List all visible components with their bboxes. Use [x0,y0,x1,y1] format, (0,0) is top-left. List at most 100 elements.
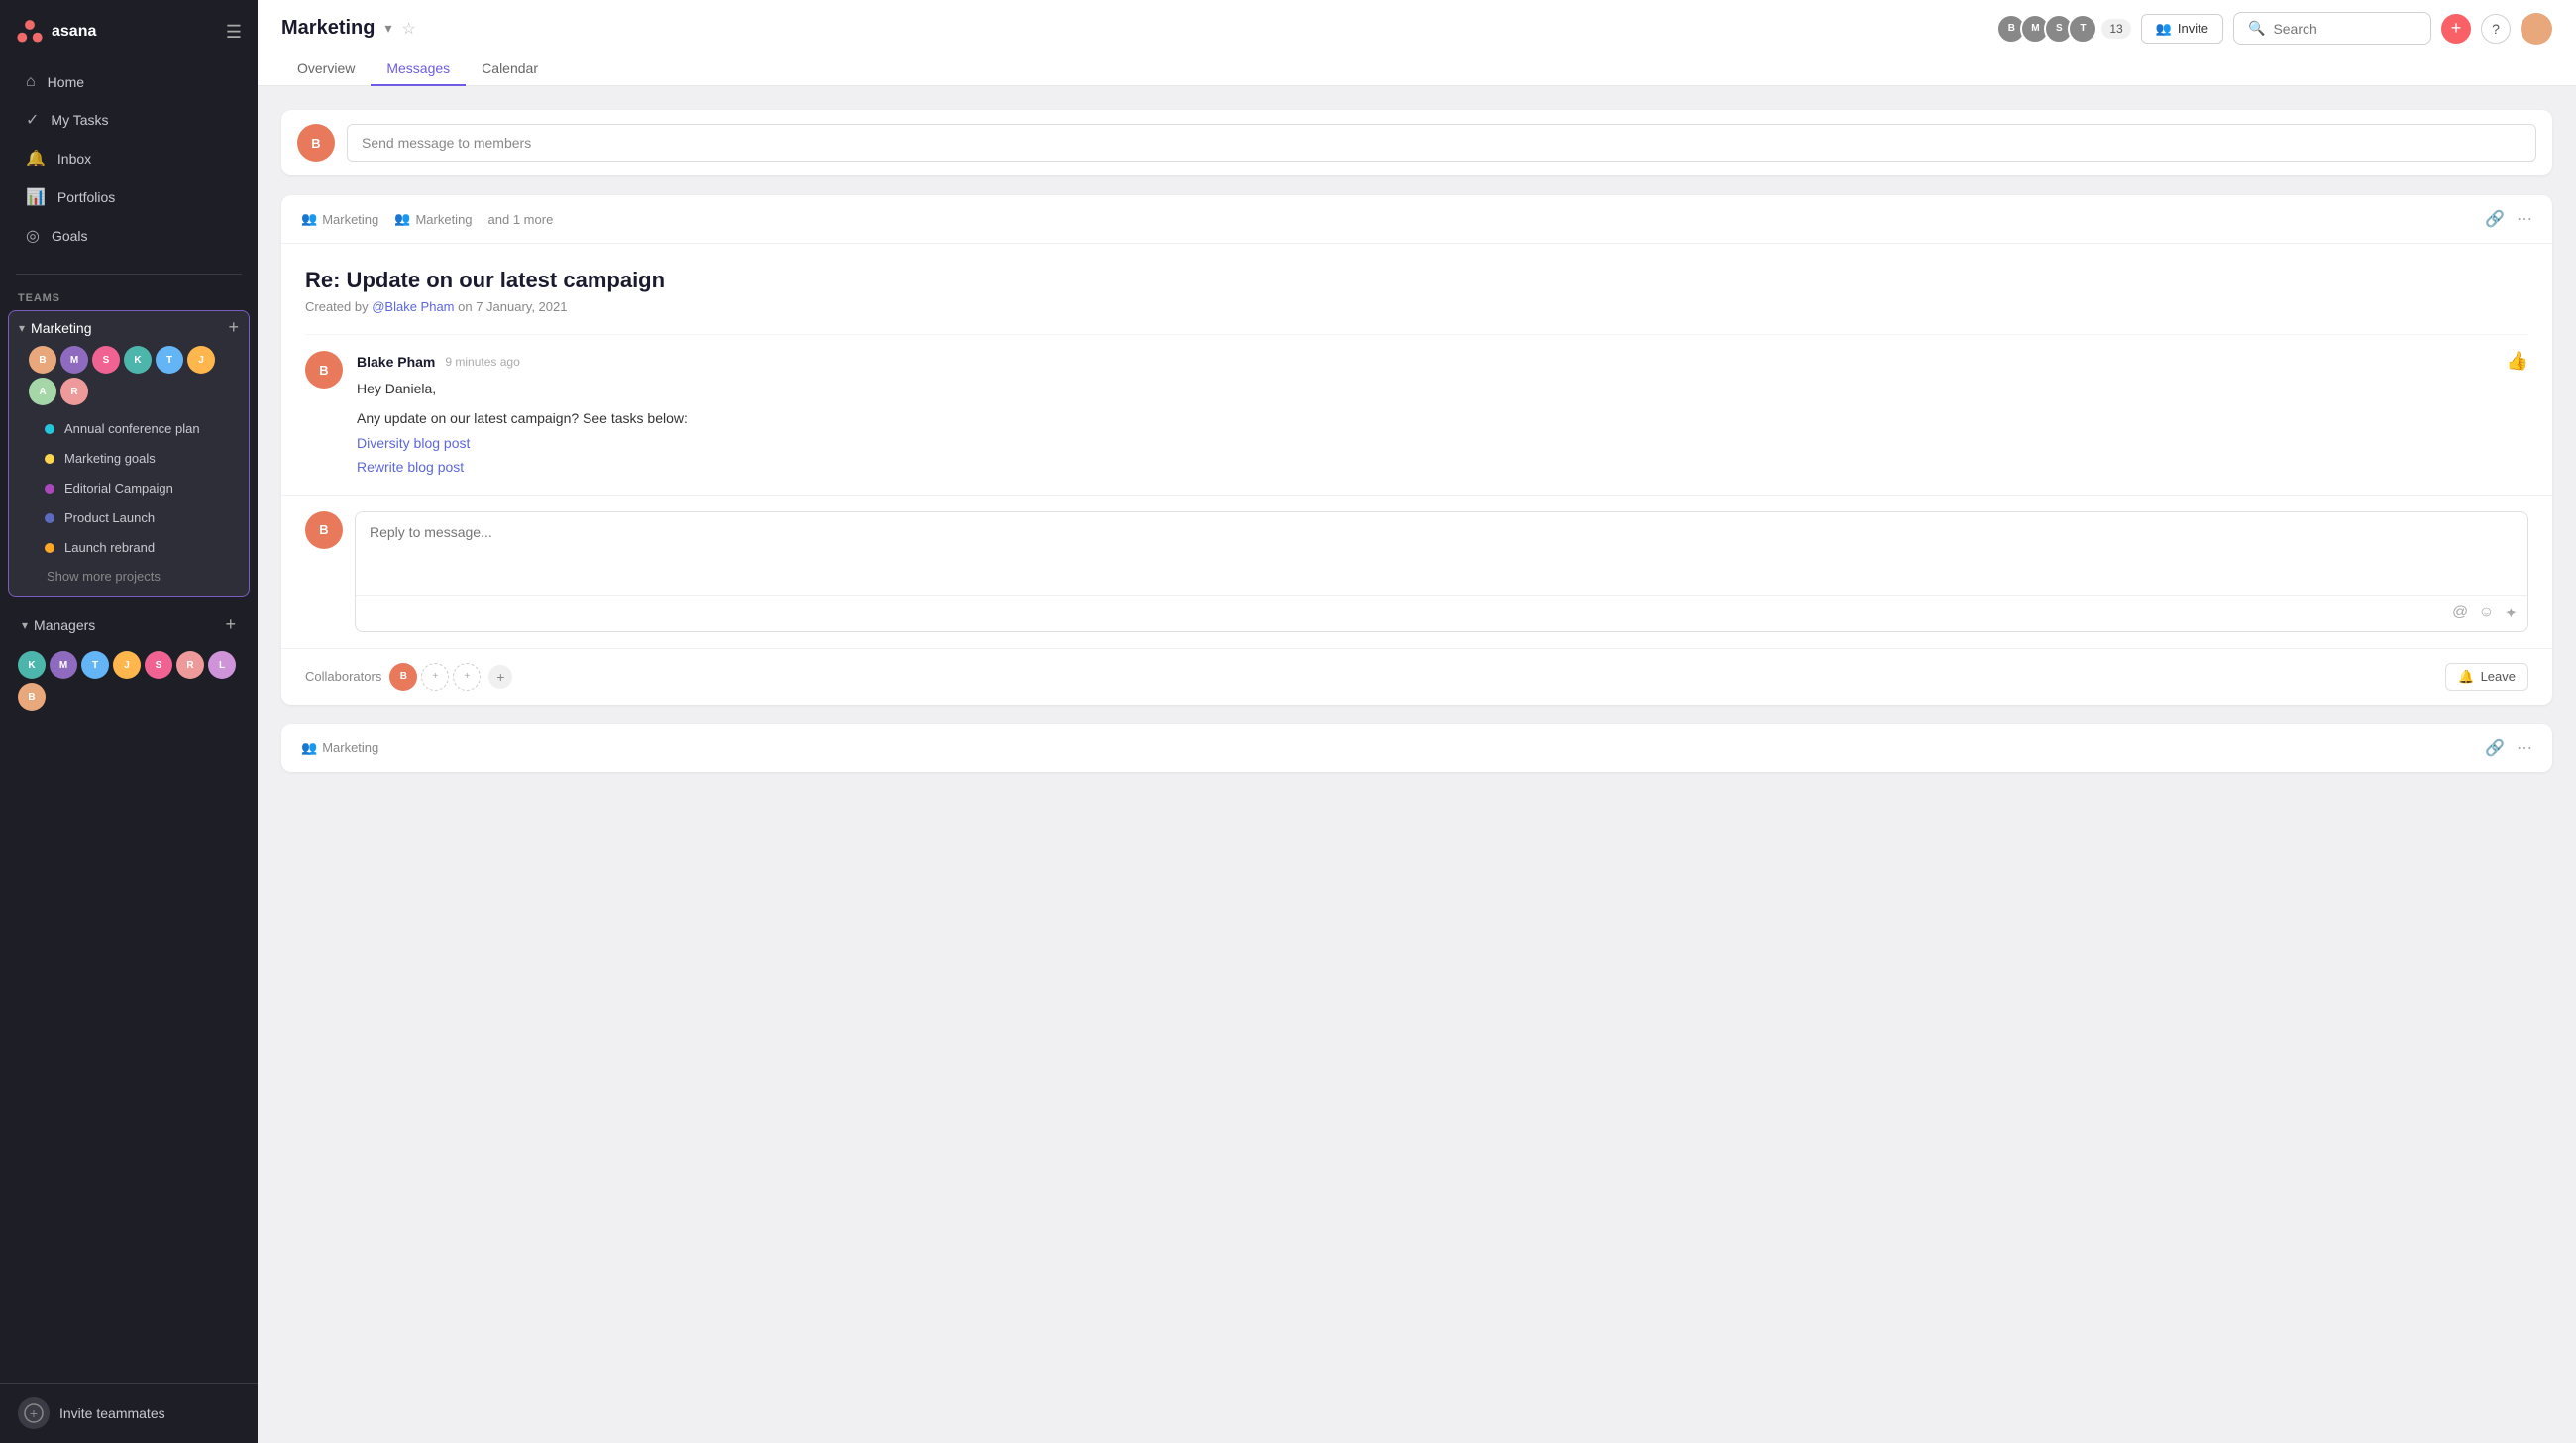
reply-section: B @ ☺ ✦ [281,495,2552,648]
at-mention-icon[interactable]: @ [2452,604,2468,623]
more-options-icon[interactable]: ⋯ [2517,209,2532,229]
collaborators-left: Collaborators B + + + [305,663,512,691]
sidebar-item-portfolios[interactable]: 📊 Portfolios [8,178,250,216]
project-annual-conference[interactable]: Annual conference plan [27,414,231,443]
user-avatar[interactable] [2521,13,2552,45]
collab-avatar-1: B [389,663,417,691]
leave-button[interactable]: 🔔 Leave [2445,663,2528,691]
invite-teammates-btn[interactable]: + Invite teammates [0,1383,258,1443]
search-box[interactable]: 🔍 [2233,12,2431,45]
avatar: R [176,651,204,679]
created-date: on 7 January, 2021 [458,299,567,314]
reply-input[interactable] [356,512,2527,592]
app-name: asana [52,23,96,41]
help-button[interactable]: ? [2481,14,2511,44]
like-button[interactable]: 👍 [2507,351,2528,372]
team-marketing-add[interactable]: + [228,317,239,338]
team-marketing-active: ▾ Marketing + B M S K T J A R Annual con… [8,310,250,597]
project-marketing-goals[interactable]: Marketing goals [27,444,231,473]
tab-calendar[interactable]: Calendar [466,53,554,86]
people-icon-3: 👥 [301,740,317,756]
thread-meta-2: 👥 Marketing [394,211,472,227]
add-collaborator-button[interactable]: + [488,665,512,689]
avatar: B [29,346,56,374]
compose-box: B Send message to members [281,110,2552,175]
chevron-down-icon[interactable]: ▾ [384,20,391,37]
team-managers-avatars: K M T J S R L B [8,643,250,719]
bell-icon: 🔔 [2458,669,2474,685]
team-managers-add[interactable]: + [225,614,236,635]
show-more-projects[interactable]: Show more projects [19,563,239,590]
collab-avatar-placeholder-2[interactable]: + [453,663,481,691]
sidebar-item-home[interactable]: ⌂ Home [8,64,250,100]
collab-avatars: B + + [389,663,481,691]
invite-btn-label: Invite [2178,21,2208,36]
team-managers-header[interactable]: ▾ Managers + [8,607,250,643]
project-label: Editorial Campaign [64,481,173,496]
task-link-1[interactable]: Diversity blog post [357,432,2528,454]
goals-icon: ◎ [26,226,40,246]
message-body: Any update on our latest campaign? See t… [357,407,2528,429]
thread-meta-more: and 1 more [488,212,554,227]
collab-avatar-placeholder-1[interactable]: + [421,663,449,691]
nav-section: ⌂ Home ✓ My Tasks 🔔 Inbox 📊 Portfolios ◎… [0,56,258,264]
sidebar-item-label: Inbox [57,151,91,166]
project-dot [45,484,54,494]
sidebar-item-label: Goals [52,228,88,244]
project-product-launch[interactable]: Product Launch [27,503,231,532]
task-link-2[interactable]: Rewrite blog post [357,456,2528,478]
project-editorial-campaign[interactable]: Editorial Campaign [27,474,231,502]
invite-plus-icon: + [24,1403,44,1423]
team-managers: ▾ Managers + K M T J S R L B [8,607,250,719]
avatar: A [29,378,56,405]
project-title-row: Marketing ▾ ☆ [281,17,416,40]
project-dot [45,424,54,434]
member-avatars: B M S T 13 [2002,14,2130,44]
collaborators-label: Collaborators [305,669,381,684]
app-logo[interactable]: asana [16,18,96,46]
team-marketing-header[interactable]: ▾ Marketing + [19,317,239,338]
svg-text:+: + [30,1405,38,1421]
sender-avatar: B [297,124,335,162]
link-icon[interactable]: 🔗 [2485,209,2505,229]
star-icon[interactable]: ☆ [402,19,416,39]
thread-meta-label-2: Marketing [415,212,472,227]
thread-author-link[interactable]: @Blake Pham [372,299,454,314]
thread-preview: 👥 Marketing 🔗 ⋯ [281,724,2552,772]
avatar: T [81,651,109,679]
team-managers-chevron: ▾ [22,618,28,632]
invite-button[interactable]: 👥 Invite [2141,14,2223,44]
reply-sender-avatar: B [305,511,343,549]
team-marketing-label: Marketing [31,320,228,336]
hamburger-icon[interactable]: ☰ [226,22,242,43]
sidebar-item-label: Portfolios [57,189,115,205]
sidebar-top: asana ☰ [0,0,258,56]
avatar: J [187,346,215,374]
link-icon-2[interactable]: 🔗 [2485,738,2505,758]
sidebar-divider [16,274,242,275]
thread-preview-header: 👥 Marketing 🔗 ⋯ [281,724,2552,772]
project-launch-rebrand[interactable]: Launch rebrand [27,533,231,562]
message-content: Blake Pham 9 minutes ago 👍 Hey Daniela, … [357,351,2528,479]
message-author-avatar: B [305,351,343,388]
emoji-icon[interactable]: ☺ [2478,604,2494,623]
thread-header-left: 👥 Marketing 👥 Marketing and 1 more [301,211,553,227]
add-button[interactable]: + [2441,14,2471,44]
portfolios-icon: 📊 [26,187,46,207]
reply-input-area: @ ☺ ✦ [355,511,2528,632]
project-label: Annual conference plan [64,421,200,436]
tab-messages[interactable]: Messages [371,53,466,86]
search-icon: 🔍 [2248,20,2265,37]
tab-overview[interactable]: Overview [281,53,371,86]
page-title: Marketing [281,17,375,40]
search-input[interactable] [2273,21,2416,37]
compose-input[interactable]: Send message to members [347,124,2536,162]
project-dot [45,513,54,523]
task-icon[interactable]: ✦ [2505,604,2518,623]
message-header-row: Blake Pham 9 minutes ago 👍 [357,351,2528,372]
sidebar-item-goals[interactable]: ◎ Goals [8,217,250,255]
thread-meta-label: Marketing [322,212,378,227]
sidebar-item-inbox[interactable]: 🔔 Inbox [8,140,250,177]
sidebar-item-my-tasks[interactable]: ✓ My Tasks [8,101,250,139]
more-options-icon-2[interactable]: ⋯ [2517,738,2532,758]
